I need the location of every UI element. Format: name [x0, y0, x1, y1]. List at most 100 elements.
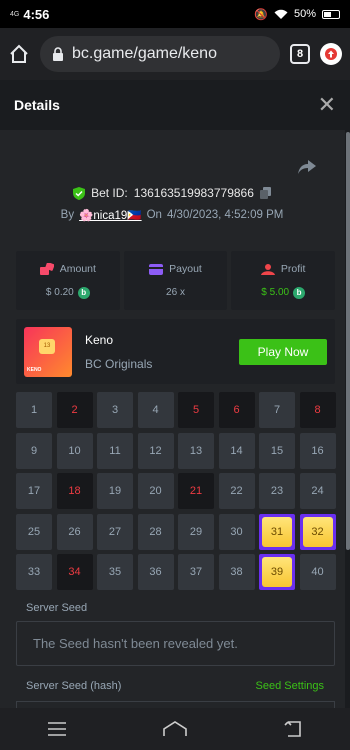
close-icon[interactable]: ✕	[318, 94, 336, 116]
details-header: Details ✕	[0, 80, 350, 130]
keno-cell: 4	[137, 392, 174, 428]
amount-label: Amount	[59, 262, 96, 275]
wifi-icon	[274, 9, 288, 19]
network-indicator: 4G	[10, 10, 20, 18]
keno-cell: 28	[137, 513, 174, 550]
keno-cell: 14	[218, 432, 255, 469]
profit-value: $ 5.00	[261, 287, 290, 298]
bet-id-row: Bet ID: 136163519983779866	[0, 186, 344, 200]
game-card: 13 KENO Keno BC Originals Play Now	[16, 319, 335, 384]
keno-cell: 29	[178, 513, 214, 550]
game-name: Keno	[85, 332, 114, 347]
mute-icon: 🔕	[254, 8, 268, 21]
address-bar[interactable]: bc.game/game/keno	[40, 36, 280, 72]
keno-cell: 35	[97, 554, 133, 590]
payout-value: 26 x	[166, 287, 185, 298]
keno-hit-tile: 31	[262, 516, 292, 547]
server-seed-field: The Seed hasn't been revealed yet.	[16, 621, 335, 666]
lock-icon	[53, 47, 63, 61]
keno-cell: 27	[97, 513, 133, 550]
keno-cell: 21	[178, 473, 214, 509]
game-info: Keno BC Originals	[85, 333, 152, 371]
seed-settings-link[interactable]: Seed Settings	[256, 680, 325, 692]
wallet-icon	[149, 263, 164, 275]
keno-cell: 5	[178, 392, 214, 428]
game-provider: BC Originals	[85, 356, 153, 371]
keno-hit-tile: 32	[302, 516, 333, 547]
coins-icon	[39, 262, 54, 275]
menu-icon[interactable]	[48, 722, 67, 736]
status-icons: 🔕 50%	[254, 8, 340, 21]
keno-cell: 19	[97, 473, 133, 509]
keno-cell: 9	[16, 432, 52, 469]
keno-cell: 8	[299, 392, 336, 428]
keno-cell: 26	[56, 513, 93, 550]
keno-cell: 10	[56, 432, 93, 469]
keno-cell: 31	[259, 513, 295, 550]
details-title: Details	[14, 97, 60, 113]
home-nav-icon[interactable]	[163, 721, 187, 737]
bet-stats: Amount $ 0.20 b Payout 26 x Profit $ 5.0…	[16, 251, 336, 310]
thumbnail-tile: 13	[39, 338, 55, 354]
keno-number-grid: 1 2 3 4 5 6 7 8 9 10 11 12 13 14 15 16 17 18 19 20 21 22 23 24 2…	[16, 392, 336, 590]
payout-label-row: Payout	[149, 263, 202, 275]
keno-cell: 24	[299, 473, 336, 509]
clock: 4:56	[23, 6, 50, 22]
keno-cell: 23	[259, 473, 295, 509]
bet-datetime: 4/30/2023, 4:52:09 PM	[166, 209, 284, 221]
keno-cell: 40	[299, 554, 336, 590]
android-nav-bar	[0, 708, 350, 750]
keno-thumbnail[interactable]: 13 KENO	[24, 326, 72, 377]
keno-cell: 7	[259, 392, 295, 428]
status-bar: 4G 4:56 🔕 50%	[0, 0, 350, 28]
battery-percent: 50%	[293, 8, 316, 20]
keno-cell: 25	[16, 513, 52, 550]
keno-cell: 11	[97, 432, 133, 469]
keno-cell: 38	[218, 554, 255, 590]
keno-cell: 12	[137, 432, 174, 469]
amount-value-row: $ 0.20 b	[45, 286, 90, 299]
username-link[interactable]: 🌸nica19🇵🇭	[79, 208, 142, 222]
browser-toolbar: bc.game/game/keno 8	[0, 28, 350, 80]
bet-id-label: Bet ID:	[91, 186, 128, 200]
copy-icon[interactable]	[259, 187, 271, 199]
amount-value: $ 0.20	[45, 287, 74, 298]
home-icon[interactable]	[8, 43, 30, 65]
url-text: bc.game/game/keno	[72, 45, 217, 62]
keno-cell: 33	[16, 554, 52, 590]
server-seed-hash-label: Server Seed (hash)	[26, 680, 122, 692]
keno-cell: 3	[97, 392, 133, 428]
tab-switcher-button[interactable]: 8	[290, 44, 310, 64]
keno-hit-tile: 39	[262, 557, 292, 587]
keno-cell: 15	[259, 432, 295, 469]
keno-cell: 39	[259, 554, 295, 590]
back-icon[interactable]	[284, 721, 302, 737]
scrollbar-thumb[interactable]	[346, 132, 350, 550]
thumbnail-text: KENO	[27, 366, 42, 373]
bcd-coin-icon: b	[293, 286, 306, 299]
keno-cell: 17	[16, 473, 52, 509]
keno-cell: 16	[299, 432, 336, 469]
keno-cell: 30	[218, 513, 255, 550]
profit-label: Profit	[280, 262, 306, 275]
share-icon[interactable]	[298, 160, 316, 174]
keno-cell: 32	[299, 513, 336, 550]
play-now-button[interactable]: Play Now	[239, 338, 327, 365]
keno-cell: 34	[56, 554, 93, 590]
on-label: On	[146, 209, 162, 221]
payout-label: Payout	[169, 263, 202, 275]
keno-cell: 6	[218, 392, 255, 428]
bet-id-value: 136163519983779866	[133, 186, 254, 200]
by-label: By	[60, 209, 75, 221]
server-seed-hash-field	[16, 701, 335, 708]
payout-card: Payout 26 x	[123, 251, 228, 310]
amount-card: Amount $ 0.20 b	[16, 251, 120, 310]
profit-card: Profit $ 5.00 b	[231, 251, 336, 310]
profit-icon	[260, 263, 275, 275]
keno-cell: 36	[137, 554, 174, 590]
update-icon[interactable]	[320, 43, 342, 65]
keno-cell: 22	[218, 473, 255, 509]
profit-label-row: Profit	[260, 262, 306, 275]
bet-details-panel: Bet ID: 136163519983779866 By 🌸nica19🇵🇭 …	[0, 130, 344, 708]
keno-cell: 37	[178, 554, 214, 590]
